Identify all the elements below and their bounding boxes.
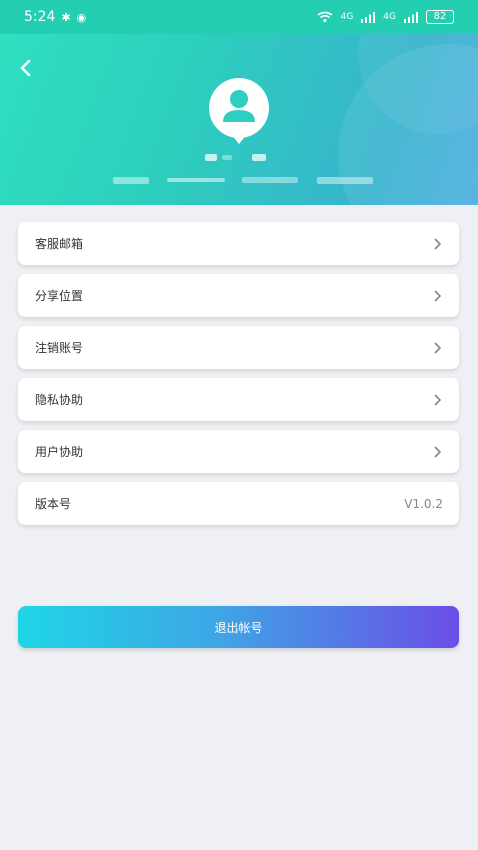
avatar[interactable] — [205, 78, 273, 146]
menu-item-version: 版本号 V1.0.2 — [18, 482, 459, 525]
menu-item-privacy-agreement[interactable]: 隐私协助 — [18, 378, 459, 421]
masked-user-info — [317, 177, 373, 184]
chevron-right-icon — [434, 445, 442, 458]
menu-item-label: 用户协助 — [35, 445, 84, 459]
masked-username — [252, 154, 266, 161]
masked-user-info — [113, 177, 149, 184]
menu-item-label: 客服邮箱 — [35, 237, 84, 251]
menu-item-label: 版本号 — [35, 497, 72, 511]
status-bar: 5:24 ✱ ◉ 4G 4G 82 — [0, 0, 478, 34]
battery-indicator: 82 — [426, 10, 454, 24]
version-value: V1.0.2 — [404, 496, 443, 511]
location-icon: ◉ — [76, 10, 87, 24]
masked-user-info — [167, 178, 225, 182]
back-button[interactable] — [12, 56, 40, 84]
user-pin-icon — [209, 78, 269, 144]
chevron-left-icon — [20, 59, 31, 77]
chevron-right-icon — [434, 393, 442, 406]
network-label-2: 4G — [383, 12, 396, 22]
bluetooth-icon: ✱ — [61, 10, 71, 24]
menu-item-service-email[interactable]: 客服邮箱 — [18, 222, 459, 265]
masked-user-info — [242, 177, 298, 183]
menu-item-share-location[interactable]: 分享位置 — [18, 274, 459, 317]
menu-item-label: 注销账号 — [35, 341, 84, 355]
menu-item-delete-account[interactable]: 注销账号 — [18, 326, 459, 369]
signal-icon — [361, 11, 376, 23]
chevron-right-icon — [434, 341, 442, 354]
logout-button[interactable]: 退出帐号 — [18, 606, 459, 648]
status-time: 5:24 — [24, 9, 56, 25]
profile-header — [0, 34, 478, 205]
menu-item-user-agreement[interactable]: 用户协助 — [18, 430, 459, 473]
status-left: 5:24 ✱ ◉ — [24, 9, 86, 25]
chevron-right-icon — [434, 237, 442, 250]
status-right: 4G 4G 82 — [317, 10, 454, 24]
chevron-right-icon — [434, 289, 442, 302]
menu-item-label: 分享位置 — [35, 289, 84, 303]
logout-label: 退出帐号 — [214, 620, 263, 635]
signal-icon — [404, 11, 418, 23]
network-label-1: 4G — [340, 12, 354, 22]
settings-menu: 客服邮箱 分享位置 注销账号 隐私协助 用户协助 版本号 V1.0.2 — [18, 222, 459, 534]
masked-username — [205, 154, 217, 161]
masked-username — [222, 155, 232, 160]
wifi-icon — [317, 11, 333, 23]
menu-item-label: 隐私协助 — [35, 393, 84, 407]
